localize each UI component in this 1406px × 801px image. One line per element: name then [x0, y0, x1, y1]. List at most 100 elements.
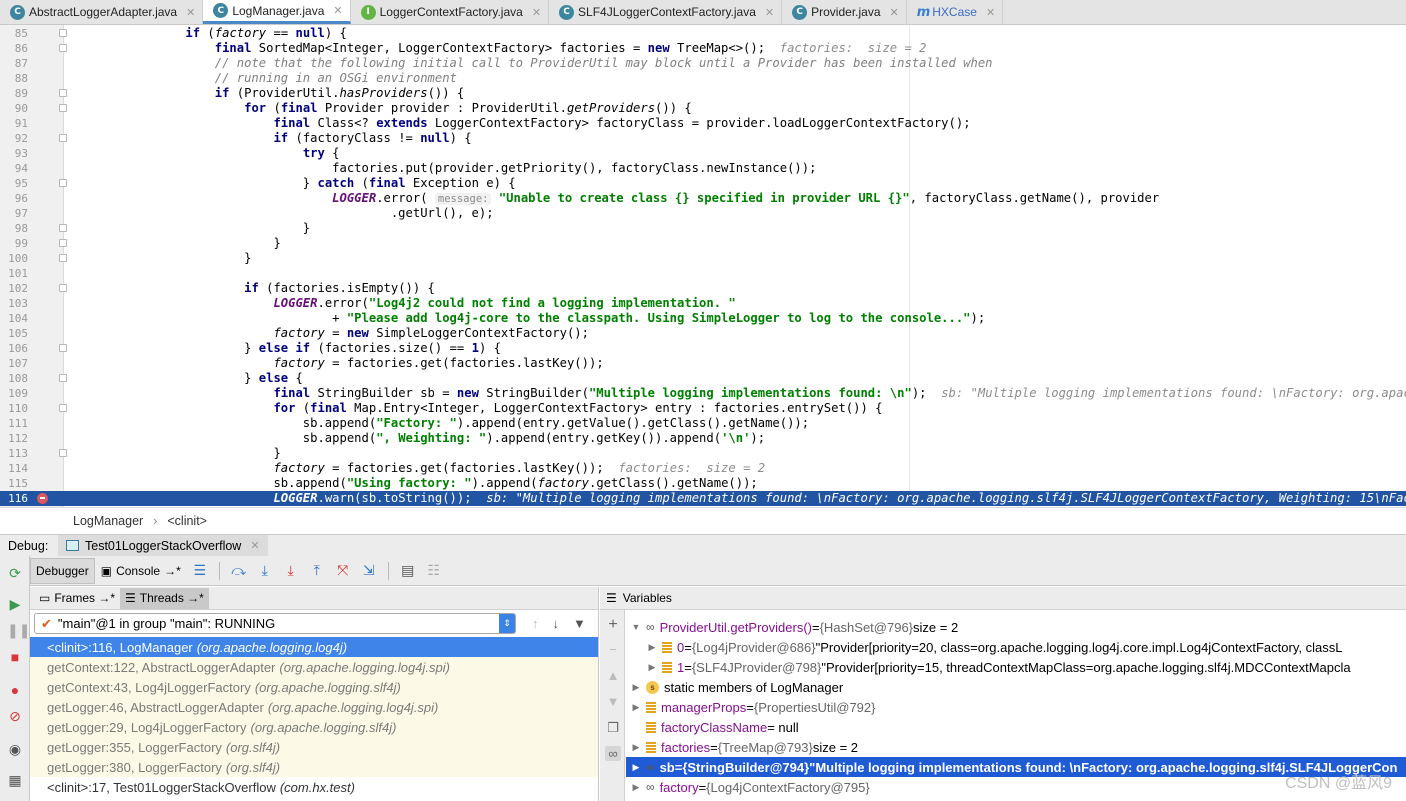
fold-marker-icon[interactable] [59, 89, 67, 97]
tab-hxcase[interactable]: m HXCase ✕ [907, 0, 1004, 24]
line-number[interactable]: 102 [0, 281, 28, 296]
code-line[interactable]: 107 factory = factories.get(factories.la… [0, 356, 1406, 371]
variable-row[interactable]: ▶ 0 = {Log4jProvider@686} "Provider[prior… [626, 637, 1406, 657]
line-number[interactable]: 97 [0, 206, 28, 221]
stop-icon[interactable]: ■ [7, 649, 23, 665]
line-number[interactable]: 96 [0, 191, 28, 206]
stack-frame[interactable]: getLogger:29, Log4jLoggerFactory (org.apa… [30, 717, 598, 737]
variable-row[interactable]: ▼ ∞ ProviderUtil.getProviders() = {HashSet… [626, 617, 1406, 637]
expand-arrow-icon[interactable]: ▶ [630, 682, 642, 693]
stack-frame[interactable]: getLogger:46, AbstractLoggerAdapter (org.… [30, 697, 598, 717]
line-number[interactable]: 95 [0, 176, 28, 191]
variable-row[interactable]: ▶ 1 = {SLF4JProvider@798} "Provider[prior… [626, 657, 1406, 677]
line-number[interactable]: 93 [0, 146, 28, 161]
variable-row[interactable]: ▶ factories = {TreeMap@793} size = 2 [626, 737, 1406, 757]
code-line[interactable]: 100 } [0, 251, 1406, 266]
code-line[interactable]: 94 factories.put(provider.getPriority(),… [0, 161, 1406, 176]
fold-marker-icon[interactable] [59, 254, 67, 262]
code-line[interactable]: 88 // running in an OSGi environment [0, 71, 1406, 86]
code-line[interactable]: 98 } [0, 221, 1406, 236]
variable-row[interactable]: ▶ managerProps = {PropertiesUtil@792} [626, 697, 1406, 717]
line-number[interactable]: 107 [0, 356, 28, 371]
fold-marker-icon[interactable] [59, 179, 67, 187]
plus-icon[interactable]: + [605, 616, 621, 634]
close-icon[interactable]: ✕ [250, 539, 259, 552]
arrow-up-icon[interactable]: ▲ [605, 668, 621, 683]
code-line[interactable]: 111 sb.append("Factory: ").append(entry.… [0, 416, 1406, 431]
line-number[interactable]: 98 [0, 221, 28, 236]
execution-line[interactable]: 116 LOGGER.warn(sb.toString()); sb: "Mul… [0, 491, 1406, 506]
fold-marker-icon[interactable] [59, 134, 67, 142]
rerun-icon[interactable]: ⟳ [7, 565, 23, 581]
tab-logger-context-factory[interactable]: I LoggerContextFactory.java ✕ [351, 0, 550, 24]
code-line[interactable]: 103 LOGGER.error("Log4j2 could not find … [0, 296, 1406, 311]
fold-marker-icon[interactable] [59, 224, 67, 232]
code-line[interactable]: 96 LOGGER.error( message: "Unable to cre… [0, 191, 1406, 206]
code-line[interactable]: 85 if (factory == null) { [0, 26, 1406, 41]
line-number[interactable]: 111 [0, 416, 28, 431]
line-number[interactable]: 104 [0, 311, 28, 326]
code-line[interactable]: 109 final StringBuilder sb = new StringB… [0, 386, 1406, 401]
expand-arrow-icon[interactable]: ▶ [630, 702, 642, 713]
line-number[interactable]: 100 [0, 251, 28, 266]
stack-frame[interactable]: getContext:122, AbstractLoggerAdapter (or… [30, 657, 598, 677]
arrow-up-icon[interactable]: ↑ [532, 616, 539, 631]
trace-icon[interactable]: ☷ [421, 562, 447, 579]
expand-arrow-icon[interactable]: ▶ [646, 642, 658, 653]
line-number[interactable]: 112 [0, 431, 28, 446]
code-line[interactable]: 102 if (factories.isEmpty()) { [0, 281, 1406, 296]
line-number[interactable]: 90 [0, 101, 28, 116]
code-line[interactable]: 112 sb.append(", Weighting: ").append(en… [0, 431, 1406, 446]
arrow-down-icon[interactable]: ▼ [605, 694, 621, 709]
code-line[interactable]: 99 } [0, 236, 1406, 251]
code-line[interactable]: 87 // note that the following initial ca… [0, 56, 1406, 71]
fold-marker-icon[interactable] [59, 104, 67, 112]
close-icon[interactable]: ✕ [186, 6, 195, 19]
line-number[interactable]: 115 [0, 476, 28, 491]
line-number[interactable]: 92 [0, 131, 28, 146]
breadcrumb-method[interactable]: <clinit> [167, 514, 207, 528]
minus-icon[interactable]: − [605, 642, 621, 657]
close-icon[interactable]: ✕ [986, 6, 995, 19]
line-number[interactable]: 114 [0, 461, 28, 476]
close-icon[interactable]: ✕ [765, 6, 774, 19]
code-line[interactable]: 110 for (final Map.Entry<Integer, Logger… [0, 401, 1406, 416]
tab-abstract-logger-adapter[interactable]: C AbstractLoggerAdapter.java ✕ [0, 0, 204, 24]
expand-arrow-icon[interactable]: ▶ [646, 662, 658, 673]
camera-icon[interactable]: ◉ [7, 741, 23, 757]
code-line[interactable]: 91 final Class<? extends LoggerContextFa… [0, 116, 1406, 131]
code-line[interactable]: 104 + "Please add log4j-core to the clas… [0, 311, 1406, 326]
force-step-into-icon[interactable]: ⤓ [278, 562, 304, 579]
expand-arrow-icon[interactable]: ▶ [630, 762, 642, 773]
close-icon[interactable]: ✕ [333, 4, 342, 17]
code-line[interactable]: 105 factory = new SimpleLoggerContextFac… [0, 326, 1406, 341]
line-number[interactable]: 89 [0, 86, 28, 101]
arrow-down-icon[interactable]: ↓ [553, 616, 560, 631]
line-number[interactable]: 103 [0, 296, 28, 311]
code-line[interactable]: 90 for (final Provider provider : Provid… [0, 101, 1406, 116]
line-number[interactable]: 110 [0, 401, 28, 416]
line-number[interactable]: 87 [0, 56, 28, 71]
stack-frame[interactable]: <clinit>:116, LogManager (org.apache.logg… [30, 637, 598, 657]
tab-provider[interactable]: C Provider.java ✕ [782, 0, 907, 24]
line-number[interactable]: 86 [0, 41, 28, 56]
code-line[interactable]: 106 } else if (factories.size() == 1) { [0, 341, 1406, 356]
tab-log-manager[interactable]: C LogManager.java ✕ [203, 0, 351, 24]
run-to-cursor-icon[interactable]: ⇲ [356, 562, 382, 579]
fold-marker-icon[interactable] [59, 44, 67, 52]
code-line[interactable]: 89 if (ProviderUtil.hasProviders()) { [0, 86, 1406, 101]
tab-threads[interactable]: ☰ Threads →* [120, 587, 209, 609]
copy-icon[interactable]: ❐ [605, 720, 621, 736]
line-number[interactable]: 113 [0, 446, 28, 461]
collapse-arrow-icon[interactable]: ▼ [630, 622, 642, 632]
code-line[interactable]: 93 try { [0, 146, 1406, 161]
breadcrumb-class[interactable]: LogManager [73, 514, 143, 528]
line-number[interactable]: 99 [0, 236, 28, 251]
code-line[interactable]: 115 sb.append("Using factory: ").append(… [0, 476, 1406, 491]
menu-lines-icon[interactable]: ☰ [187, 562, 213, 579]
stack-frame[interactable]: getLogger:355, LoggerFactory (org.slf4j) [30, 737, 598, 757]
line-number[interactable]: 85 [0, 26, 28, 41]
fold-marker-icon[interactable] [59, 284, 67, 292]
evaluate-expression-icon[interactable]: ▤ [395, 562, 421, 579]
code-editor[interactable]: 85 if (factory == null) {86 final Sorted… [0, 25, 1406, 507]
